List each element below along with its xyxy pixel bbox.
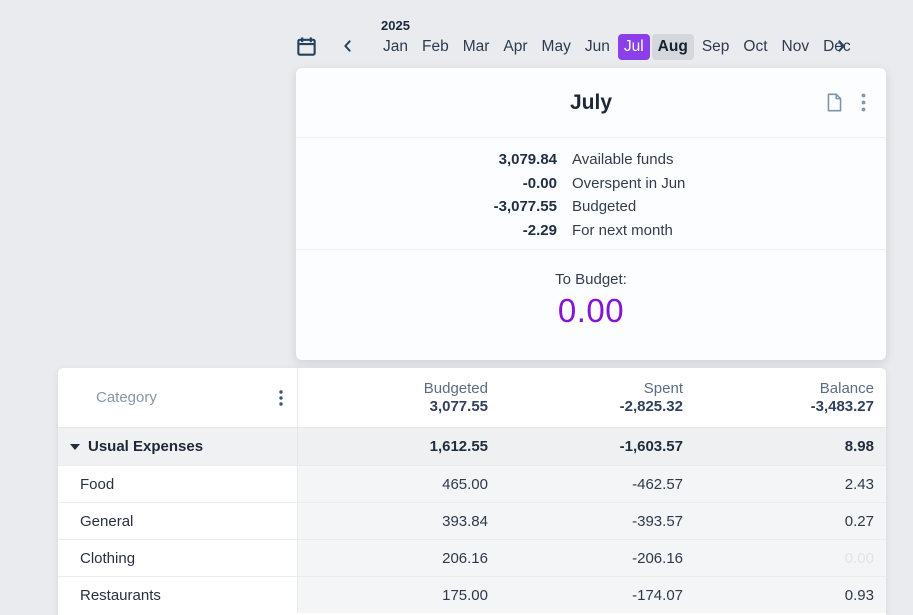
note-icon bbox=[825, 92, 844, 113]
budget-row-clothing: Clothing 206.16-206.160.00 bbox=[58, 539, 886, 576]
month-may[interactable]: May bbox=[536, 34, 577, 60]
table-body: Usual Expenses 1,612.55-1,603.578.98 Food 4… bbox=[58, 428, 886, 613]
summary-value: -3,077.55 bbox=[296, 198, 557, 215]
category-name-cell[interactable]: Food bbox=[58, 466, 298, 502]
spent-cell[interactable]: -462.57 bbox=[488, 466, 683, 502]
month-title: July bbox=[570, 91, 612, 115]
column-label: Balance bbox=[820, 380, 874, 397]
chevron-left-icon bbox=[340, 38, 356, 54]
balance-cell[interactable]: 0.93 bbox=[683, 577, 886, 613]
budget-table: Category Budgeted3,077.55Spent-2,825.32B… bbox=[58, 368, 886, 615]
card-header-actions bbox=[825, 68, 866, 137]
category-menu-button[interactable] bbox=[279, 390, 283, 406]
category-name: Usual Expenses bbox=[88, 438, 203, 455]
summary-label: For next month bbox=[572, 222, 673, 239]
category-name-cell[interactable]: Usual Expenses bbox=[58, 428, 298, 465]
spent-cell[interactable]: -1,603.57 bbox=[488, 428, 683, 465]
month-nov[interactable]: Nov bbox=[776, 34, 816, 60]
month-oct[interactable]: Oct bbox=[737, 34, 773, 60]
collapse-triangle-icon[interactable] bbox=[70, 444, 80, 450]
category-header-label: Category bbox=[96, 389, 157, 406]
budgeted-cell[interactable]: 1,612.55 bbox=[298, 428, 488, 465]
summary-label: Overspent in Jun bbox=[572, 175, 685, 192]
table-header: Category Budgeted3,077.55Spent-2,825.32B… bbox=[58, 368, 886, 428]
balance-cell[interactable]: 0.27 bbox=[683, 503, 886, 539]
month-summary-card: July 3,079. bbox=[296, 68, 886, 360]
category-name: Food bbox=[80, 476, 114, 493]
calendar-button[interactable] bbox=[295, 35, 318, 58]
summary-row: -3,077.55 Budgeted bbox=[296, 195, 886, 219]
calendar-icon bbox=[295, 35, 318, 58]
column-total: 3,077.55 bbox=[430, 398, 488, 415]
chevron-right-icon bbox=[833, 38, 849, 54]
spent-cell[interactable]: -174.07 bbox=[488, 577, 683, 613]
month-aug[interactable]: Aug bbox=[652, 34, 694, 60]
budgeted-cell[interactable]: 175.00 bbox=[298, 577, 488, 613]
month-notes-button[interactable] bbox=[825, 92, 844, 113]
column-header-balance: Balance-3,483.27 bbox=[683, 368, 886, 427]
month-sep[interactable]: Sep bbox=[696, 34, 736, 60]
summary-value: -2.29 bbox=[296, 222, 557, 239]
budget-row-restaurants: Restaurants 175.00-174.070.93 bbox=[58, 576, 886, 613]
column-total: -3,483.27 bbox=[811, 398, 874, 415]
summary-row: -2.29 For next month bbox=[296, 219, 886, 243]
column-label: Spent bbox=[644, 380, 683, 397]
category-name-cell[interactable]: General bbox=[58, 503, 298, 539]
budget-row-food: Food 465.00-462.572.43 bbox=[58, 465, 886, 502]
summary-value: -0.00 bbox=[296, 175, 557, 192]
month-menu-button[interactable] bbox=[861, 93, 866, 112]
summary-row: 3,079.84 Available funds bbox=[296, 148, 886, 172]
month-feb[interactable]: Feb bbox=[416, 34, 455, 60]
kebab-menu-icon bbox=[861, 93, 866, 112]
month-jan[interactable]: Jan bbox=[377, 34, 414, 60]
category-header-cell: Category bbox=[58, 368, 298, 427]
budget-row-general: General 393.84-393.570.27 bbox=[58, 502, 886, 539]
card-header: July bbox=[296, 68, 886, 138]
summary-label: Budgeted bbox=[572, 198, 636, 215]
month-apr[interactable]: Apr bbox=[497, 34, 533, 60]
funds-summary: 3,079.84 Available funds -0.00 Overspent in… bbox=[296, 138, 886, 250]
budgeted-cell[interactable]: 206.16 bbox=[298, 540, 488, 576]
month-jul[interactable]: Jul bbox=[618, 34, 650, 60]
budgeted-cell[interactable]: 465.00 bbox=[298, 466, 488, 502]
next-month-button[interactable] bbox=[833, 38, 849, 54]
month-jun[interactable]: Jun bbox=[579, 34, 616, 60]
month-mar[interactable]: Mar bbox=[457, 34, 496, 60]
column-total: -2,825.32 bbox=[620, 398, 683, 415]
category-name-cell[interactable]: Restaurants bbox=[58, 577, 298, 613]
category-name: Clothing bbox=[80, 550, 135, 567]
budgeted-cell[interactable]: 393.84 bbox=[298, 503, 488, 539]
kebab-menu-icon bbox=[279, 390, 283, 406]
previous-month-button[interactable] bbox=[340, 38, 356, 54]
spent-cell[interactable]: -206.16 bbox=[488, 540, 683, 576]
spent-cell[interactable]: -393.57 bbox=[488, 503, 683, 539]
category-name-cell[interactable]: Clothing bbox=[58, 540, 298, 576]
months-row: JanFebMarAprMayJunJulAugSepOctNovDec bbox=[376, 34, 858, 60]
budget-row-usual-expenses: Usual Expenses 1,612.55-1,603.578.98 bbox=[58, 428, 886, 465]
balance-cell[interactable]: 2.43 bbox=[683, 466, 886, 502]
balance-cell[interactable]: 0.00 bbox=[683, 540, 886, 576]
category-name: Restaurants bbox=[80, 587, 161, 604]
summary-value: 3,079.84 bbox=[296, 151, 557, 168]
to-budget-section: To Budget: 0.00 bbox=[296, 250, 886, 330]
category-name: General bbox=[80, 513, 133, 530]
to-budget-label: To Budget: bbox=[296, 271, 886, 288]
summary-row: -0.00 Overspent in Jun bbox=[296, 172, 886, 196]
column-header-spent: Spent-2,825.32 bbox=[488, 368, 683, 427]
to-budget-value[interactable]: 0.00 bbox=[296, 292, 886, 330]
column-header-budgeted: Budgeted3,077.55 bbox=[298, 368, 488, 427]
summary-label: Available funds bbox=[572, 151, 673, 168]
balance-cell[interactable]: 8.98 bbox=[683, 428, 886, 465]
year-label: 2025 bbox=[381, 18, 410, 33]
column-label: Budgeted bbox=[424, 380, 488, 397]
